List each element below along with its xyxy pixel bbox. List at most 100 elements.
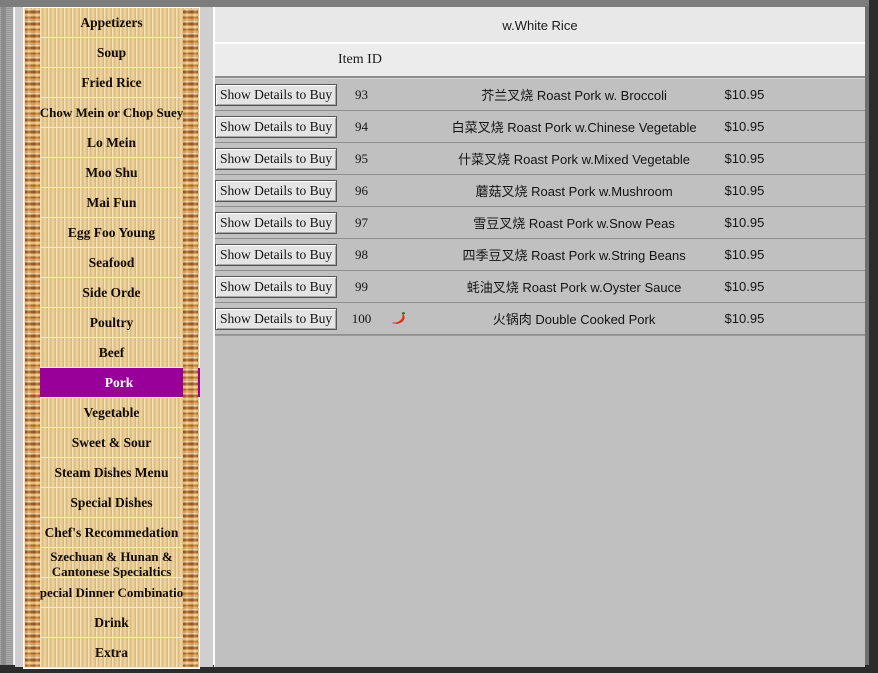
sidebar-item-appetizers[interactable]: Appetizers	[24, 8, 199, 38]
sidebar-item-drink[interactable]: Drink	[24, 608, 199, 638]
sidebar-item-label: Special Dinner Combination	[32, 585, 191, 600]
window-right-inner-border	[865, 6, 869, 673]
sidebar-item-extra[interactable]: Extra	[24, 638, 199, 668]
table-row: Show Details to Buy 97 雪豆叉烧 Roast Pork w.S…	[215, 206, 865, 239]
cell-spicy-indicator	[379, 206, 424, 239]
cell-spicy-indicator	[379, 302, 424, 335]
cell-action: Show Details to Buy	[215, 78, 344, 111]
show-details-to-buy-button[interactable]: Show Details to Buy	[215, 179, 338, 202]
cell-item-id: 95	[343, 142, 380, 175]
sidebar-item-chef-s-recommedation[interactable]: Chef's Recommedation	[24, 518, 199, 548]
cell-spicy-indicator	[379, 142, 424, 175]
page-root: Appetizers Soup Fried Rice Chow Mein or Cho…	[0, 0, 878, 673]
chili-pepper-icon	[391, 312, 413, 326]
sidebar-item-soup[interactable]: Soup	[24, 38, 199, 68]
cell-price: $10.95	[724, 302, 865, 335]
cell-spicy-indicator	[379, 238, 424, 271]
table-row: Show Details to Buy 94 白菜叉烧 Roast Pork w.C…	[215, 110, 865, 143]
cell-action: Show Details to Buy	[215, 206, 344, 239]
sidebar-item-chow-mein-or-chop-suey[interactable]: Chow Mein or Chop Suey	[24, 98, 199, 128]
sidebar-item-label: Pork	[104, 375, 134, 390]
sidebar-item-lo-mein[interactable]: Lo Mein	[24, 128, 199, 158]
window-right-border	[869, 0, 878, 673]
show-details-to-buy-button[interactable]: Show Details to Buy	[215, 147, 338, 170]
cell-price: $10.95	[724, 238, 865, 271]
category-sidebar: Appetizers Soup Fried Rice Chow Mein or Cho…	[15, 7, 213, 669]
sidebar-item-label: Egg Foo Young	[67, 225, 156, 240]
cell-spicy-indicator	[379, 110, 424, 143]
cell-dish-name: 芥兰叉烧 Roast Pork w. Broccoli	[423, 78, 725, 111]
cell-spicy-indicator	[379, 78, 424, 111]
sidebar-item-label: Chow Mein or Chop Suey	[39, 105, 184, 120]
sidebar-item-mai-fun[interactable]: Mai Fun	[24, 188, 199, 218]
cell-price: $10.95	[724, 270, 865, 303]
sidebar-item-egg-foo-young[interactable]: Egg Foo Young	[24, 218, 199, 248]
sidebar-item-label: Drink	[94, 615, 129, 630]
cell-item-id: 99	[343, 270, 380, 303]
sidebar-item-side-orde[interactable]: Side Orde	[24, 278, 199, 308]
cell-item-id: 93	[343, 78, 380, 111]
sidebar-item-seafood[interactable]: Seafood	[24, 248, 199, 278]
sidebar-item-szechuan-hunan-cantonese-specialtics[interactable]: Szechuan & Hunan & Cantonese Specialtics	[24, 548, 199, 579]
sidebar-item-moo-shu[interactable]: Moo Shu	[24, 158, 199, 188]
show-details-to-buy-button[interactable]: Show Details to Buy	[215, 243, 338, 266]
cell-item-id: 96	[343, 174, 380, 207]
table-row: Show Details to Buy 98 四季豆叉烧 Roast Pork w.…	[215, 238, 865, 271]
sidebar-item-label: Seafood	[88, 255, 135, 270]
sidebar-item-beef[interactable]: Beef	[24, 338, 199, 368]
sidebar-item-pork[interactable]: Pork	[38, 368, 200, 398]
sidebar-item-special-dinner-combination[interactable]: Special Dinner Combination	[24, 578, 199, 608]
cell-item-id: 97	[343, 206, 380, 239]
cell-dish-name: 什菜叉烧 Roast Pork w.Mixed Vegetable	[423, 142, 725, 175]
menu-items-table: Show Details to Buy 93 芥兰叉烧 Roast Pork w. …	[215, 78, 865, 335]
cell-action: Show Details to Buy	[215, 174, 344, 207]
cell-action: Show Details to Buy	[215, 302, 344, 335]
cell-action: Show Details to Buy	[215, 110, 344, 143]
column-header-item-id: Item ID	[338, 52, 382, 67]
sidebar-item-label: Moo Shu	[85, 165, 138, 180]
show-details-to-buy-button[interactable]: Show Details to Buy	[215, 275, 338, 298]
sidebar-item-label: Side Orde	[82, 285, 141, 300]
cell-action: Show Details to Buy	[215, 142, 344, 175]
cell-item-id: 94	[343, 110, 380, 143]
menu-frame: Appetizers Soup Fried Rice Chow Mein or Cho…	[23, 7, 200, 669]
sidebar-item-special-dishes[interactable]: Special Dishes	[24, 488, 199, 518]
sidebar-item-label: Fried Rice	[81, 75, 142, 90]
sidebar-item-vegetable[interactable]: Vegetable	[24, 398, 199, 428]
sidebar-item-label: Poultry	[89, 315, 134, 330]
cell-price: $10.95	[724, 142, 865, 175]
table-row: Show Details to Buy 99 蚝油叉烧 Roast Pork w.O…	[215, 270, 865, 303]
show-details-to-buy-button[interactable]: Show Details to Buy	[215, 83, 338, 106]
sidebar-item-sweet-sour[interactable]: Sweet & Sour	[24, 428, 199, 458]
cell-spicy-indicator	[379, 270, 424, 303]
table-row: Show Details to Buy 96 蘑菇叉烧 Roast Pork w.M…	[215, 174, 865, 207]
cell-price: $10.95	[724, 78, 865, 111]
sidebar-item-label: Extra	[95, 645, 128, 660]
sidebar-item-label: Steam Dishes Menu	[54, 465, 169, 480]
cell-price: $10.95	[724, 110, 865, 143]
sidebar-item-poultry[interactable]: Poultry	[24, 308, 199, 338]
table-row: Show Details to Buy 100 火锅肉 Double Cooked …	[215, 302, 865, 335]
cell-item-id: 100	[343, 302, 380, 335]
page-scrollbar[interactable]	[0, 7, 14, 665]
category-list: Appetizers Soup Fried Rice Chow Mein or Cho…	[24, 8, 200, 668]
cell-spicy-indicator	[379, 174, 424, 207]
sidebar-item-label: Mai Fun	[86, 195, 137, 210]
window-top-border	[0, 0, 878, 7]
table-row: Show Details to Buy 93 芥兰叉烧 Roast Pork w. …	[215, 78, 865, 111]
sidebar-item-label: Szechuan & Hunan & Cantonese Specialtics	[50, 549, 173, 579]
sidebar-item-steam-dishes-menu[interactable]: Steam Dishes Menu	[24, 458, 199, 488]
cell-price: $10.95	[724, 206, 865, 239]
show-details-to-buy-button[interactable]: Show Details to Buy	[215, 307, 338, 330]
sidebar-item-label: Vegetable	[83, 405, 140, 420]
sidebar-item-label: Sweet & Sour	[71, 435, 152, 450]
cell-dish-name: 蘑菇叉烧 Roast Pork w.Mushroom	[423, 174, 725, 207]
sidebar-item-label: Beef	[98, 345, 125, 360]
table-column-header-row: Item ID	[215, 44, 865, 78]
sidebar-item-label: Appetizers	[80, 15, 143, 30]
show-details-to-buy-button[interactable]: Show Details to Buy	[215, 115, 338, 138]
sidebar-item-label: Chef's Recommedation	[44, 525, 179, 540]
sidebar-item-fried-rice[interactable]: Fried Rice	[24, 68, 199, 98]
show-details-to-buy-button[interactable]: Show Details to Buy	[215, 211, 338, 234]
cell-dish-name: 四季豆叉烧 Roast Pork w.String Beans	[423, 238, 725, 271]
